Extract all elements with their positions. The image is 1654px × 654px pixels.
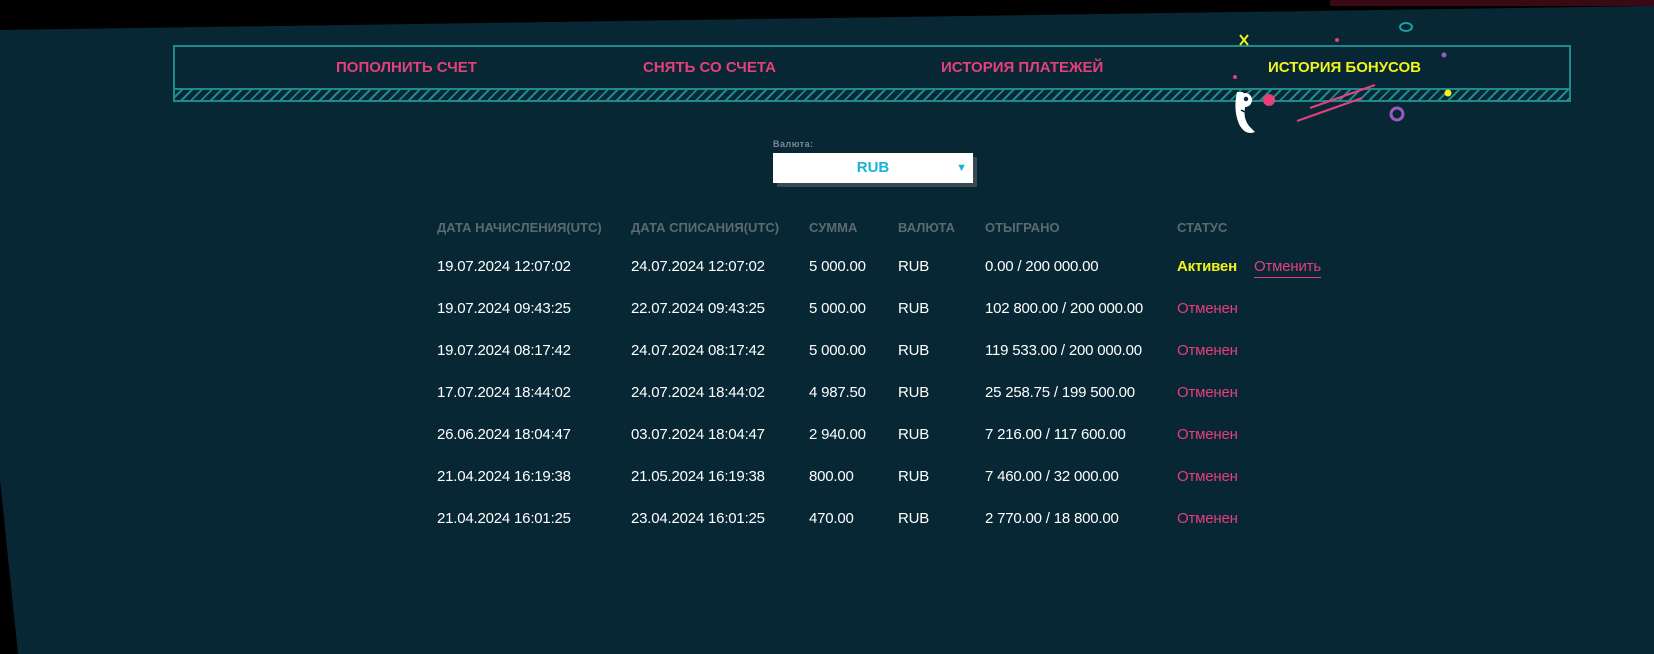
row-amount: 2 940.00: [809, 426, 866, 443]
row-amount: 4 987.50: [809, 384, 866, 401]
row-writeoff-date: 22.07.2024 09:43:25: [631, 300, 765, 317]
row-writeoff-date: 21.05.2024 16:19:38: [631, 468, 765, 485]
row-writeoff-date: 03.07.2024 18:04:47: [631, 426, 765, 443]
confetti-dot-icon: [1335, 38, 1339, 42]
tab-deposit[interactable]: ПОПОЛНИТЬ СЧЕТ: [336, 47, 477, 88]
status-badge-cancelled: Отменен: [1177, 384, 1238, 401]
row-amount: 5 000.00: [809, 300, 866, 317]
table-row: 21.04.2024 16:01:25 23.04.2024 16:01:25 …: [437, 498, 1337, 540]
row-writeoff-date: 24.07.2024 08:17:42: [631, 342, 765, 359]
status-badge-cancelled: Отменен: [1177, 510, 1238, 527]
confetti-ring-icon: [1389, 106, 1405, 122]
header-amount: СУММА: [809, 220, 858, 235]
table-row: 17.07.2024 18:44:02 24.07.2024 18:44:02 …: [437, 372, 1337, 414]
header-writeoff-date: ДАТА СПИСАНИЯ(UTC): [631, 220, 780, 235]
table-row: 26.06.2024 18:04:47 03.07.2024 18:04:47 …: [437, 414, 1337, 456]
row-wagered: 25 258.75 / 199 500.00: [985, 384, 1135, 401]
table-row: 19.07.2024 12:07:02 24.07.2024 12:07:02 …: [437, 246, 1337, 288]
status-badge-cancelled: Отменен: [1177, 300, 1238, 317]
row-accrual-date: 21.04.2024 16:19:38: [437, 468, 571, 485]
row-accrual-date: 26.06.2024 18:04:47: [437, 426, 571, 443]
row-wagered: 2 770.00 / 18 800.00: [985, 510, 1119, 527]
row-currency: RUB: [898, 384, 930, 401]
header-status: СТАТУС: [1177, 220, 1228, 235]
status-badge-active: Активен: [1177, 258, 1237, 275]
tab-bonus-history[interactable]: ИСТОРИЯ БОНУСОВ: [1268, 47, 1421, 88]
currency-select[interactable]: RUB ▼: [773, 153, 973, 183]
row-currency: RUB: [898, 258, 930, 275]
row-writeoff-date: 23.04.2024 16:01:25: [631, 510, 765, 527]
status-badge-cancelled: Отменен: [1177, 468, 1238, 485]
header-currency: ВАЛЮТА: [898, 220, 956, 235]
account-tabs: ПОПОЛНИТЬ СЧЕТ СНЯТЬ СО СЧЕТА ИСТОРИЯ ПЛ…: [173, 45, 1571, 90]
row-accrual-date: 19.07.2024 09:43:25: [437, 300, 571, 317]
row-currency: RUB: [898, 342, 930, 359]
table-row: 19.07.2024 08:17:42 24.07.2024 08:17:42 …: [437, 330, 1337, 372]
tab-payment-history[interactable]: ИСТОРИЯ ПЛАТЕЖЕЙ: [941, 47, 1103, 88]
cancel-bonus-link[interactable]: Отменить: [1254, 246, 1321, 288]
table-row: 19.07.2024 09:43:25 22.07.2024 09:43:25 …: [437, 288, 1337, 330]
header-accrual-date: ДАТА НАЧИСЛЕНИЯ(UTC): [437, 220, 602, 235]
row-wagered: 0.00 / 200 000.00: [985, 258, 1099, 275]
app-window: ПОПОЛНИТЬ СЧЕТ СНЯТЬ СО СЧЕТА ИСТОРИЯ ПЛ…: [0, 0, 1654, 654]
caret-down-icon: ▼: [956, 162, 967, 174]
cancel-bonus-label: Отменить: [1254, 258, 1321, 278]
bonus-history-table: ДАТА НАЧИСЛЕНИЯ(UTC) ДАТА СПИСАНИЯ(UTC) …: [437, 210, 1337, 540]
row-amount: 470.00: [809, 510, 854, 527]
currency-selected-value: RUB: [856, 159, 890, 176]
row-currency: RUB: [898, 468, 930, 485]
table-header: ДАТА НАЧИСЛЕНИЯ(UTC) ДАТА СПИСАНИЯ(UTC) …: [437, 210, 1337, 246]
row-writeoff-date: 24.07.2024 12:07:02: [631, 258, 765, 275]
row-amount: 800.00: [809, 468, 854, 485]
status-badge-cancelled: Отменен: [1177, 342, 1238, 359]
row-currency: RUB: [898, 510, 930, 527]
row-wagered: 102 800.00 / 200 000.00: [985, 300, 1144, 317]
row-amount: 5 000.00: [809, 258, 866, 275]
row-wagered: 7 216.00 / 117 600.00: [985, 426, 1126, 443]
currency-label: Валюта:: [773, 139, 814, 149]
top-strip: [1330, 0, 1654, 6]
tabs-hatch-border: [173, 90, 1571, 102]
row-writeoff-date: 24.07.2024 18:44:02: [631, 384, 765, 401]
table-row: 21.04.2024 16:19:38 21.05.2024 16:19:38 …: [437, 456, 1337, 498]
row-wagered: 119 533.00 / 200 000.00: [985, 342, 1142, 359]
row-currency: RUB: [898, 300, 930, 317]
bonus-history-page: ПОПОЛНИТЬ СЧЕТ СНЯТЬ СО СЧЕТА ИСТОРИЯ ПЛ…: [0, 6, 1654, 654]
row-wagered: 7 460.00 / 32 000.00: [985, 468, 1119, 485]
confetti-cross-icon: [1239, 34, 1249, 46]
row-accrual-date: 19.07.2024 08:17:42: [437, 342, 571, 359]
row-amount: 5 000.00: [809, 342, 866, 359]
header-wagered: ОТЫГРАНО: [985, 220, 1060, 235]
row-currency: RUB: [898, 426, 930, 443]
row-accrual-date: 21.04.2024 16:01:25: [437, 510, 571, 527]
row-accrual-date: 17.07.2024 18:44:02: [437, 384, 571, 401]
status-badge-cancelled: Отменен: [1177, 426, 1238, 443]
row-accrual-date: 19.07.2024 12:07:02: [437, 258, 571, 275]
confetti-ring-icon: [1399, 22, 1413, 32]
tab-withdraw[interactable]: СНЯТЬ СО СЧЕТА: [643, 47, 776, 88]
